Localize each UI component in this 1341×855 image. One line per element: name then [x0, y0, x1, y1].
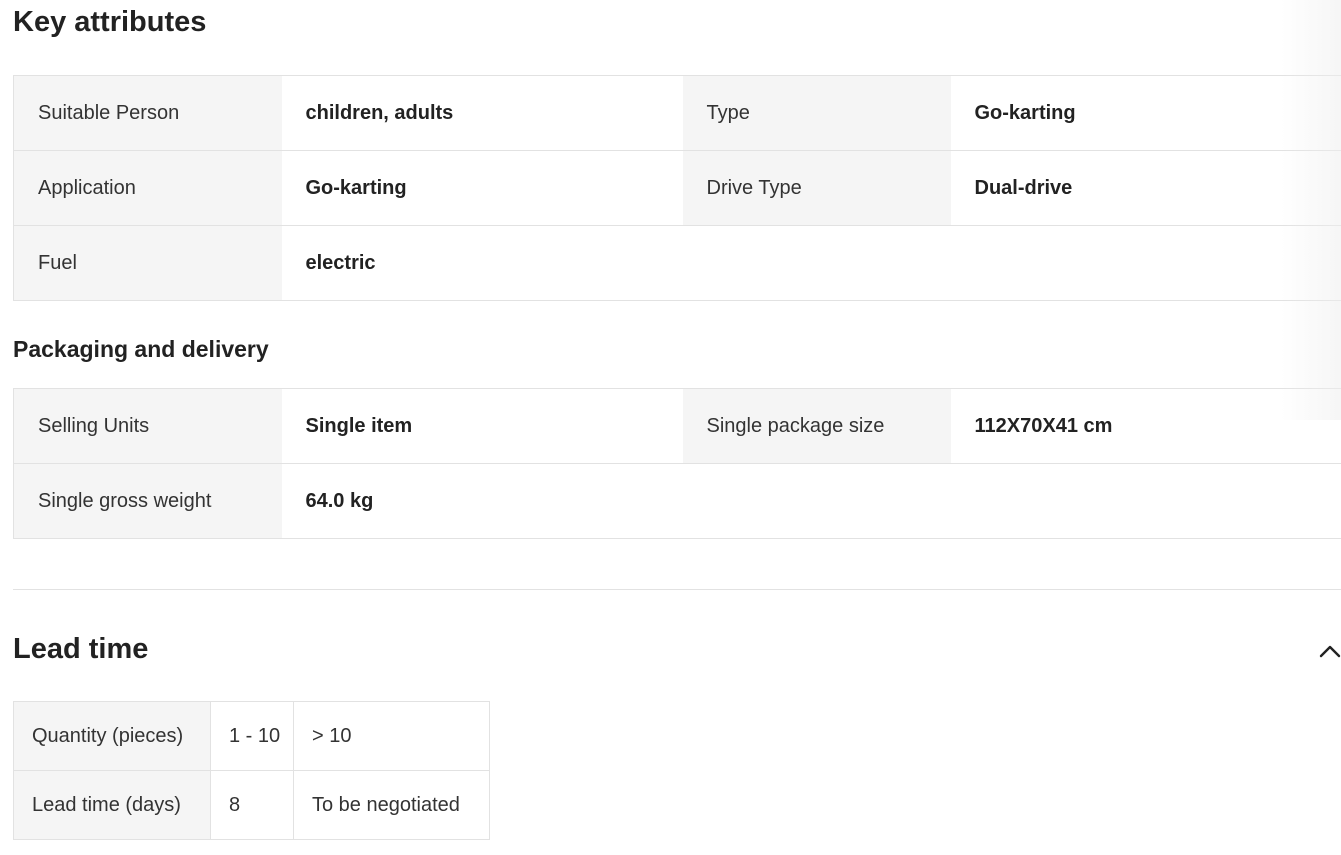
- attribute-value: 64.0 kg: [281, 463, 683, 539]
- lead-time-label: Quantity (pieces): [13, 701, 211, 771]
- table-row: Single gross weight 64.0 kg: [13, 463, 1341, 539]
- attribute-label: Fuel: [13, 225, 282, 301]
- attribute-label: Application: [13, 150, 282, 226]
- attribute-label: Selling Units: [13, 388, 282, 464]
- lead-time-cell: To be negotiated: [293, 770, 490, 840]
- lead-time-cell: 8: [210, 770, 294, 840]
- key-attributes-heading: Key attributes: [13, 6, 207, 38]
- attribute-value: Go-karting: [950, 75, 1341, 151]
- lead-time-label: Lead time (days): [13, 770, 211, 840]
- table-row: Fuel electric: [13, 225, 1341, 301]
- packaging-table: Selling Units Single item Single package…: [13, 388, 1341, 539]
- section-divider: [13, 589, 1341, 590]
- attribute-value: Single item: [281, 388, 683, 464]
- empty-cell: [950, 225, 1341, 301]
- table-row: Suitable Person children, adults Type Go…: [13, 75, 1341, 151]
- key-attributes-table: Suitable Person children, adults Type Go…: [13, 75, 1341, 301]
- attribute-label: Single gross weight: [13, 463, 282, 539]
- product-details-page: Key attributes Suitable Person children,…: [0, 0, 1341, 855]
- packaging-heading: Packaging and delivery: [13, 336, 269, 362]
- table-row: Application Go-karting Drive Type Dual-d…: [13, 150, 1341, 226]
- attribute-value: children, adults: [281, 75, 683, 151]
- empty-cell: [682, 463, 951, 539]
- attribute-value: Dual-drive: [950, 150, 1341, 226]
- lead-time-cell: 1 - 10: [210, 701, 294, 771]
- attribute-label: Single package size: [682, 388, 951, 464]
- attribute-label: Drive Type: [682, 150, 951, 226]
- lead-time-heading: Lead time: [13, 633, 149, 665]
- empty-cell: [682, 225, 951, 301]
- lead-time-cell: > 10: [293, 701, 490, 771]
- attribute-value: electric: [281, 225, 683, 301]
- lead-time-table: Quantity (pieces) 1 - 10 > 10 Lead time …: [13, 701, 490, 840]
- table-row: Quantity (pieces) 1 - 10 > 10: [13, 701, 490, 771]
- attribute-value: 112X70X41 cm: [950, 388, 1341, 464]
- chevron-up-icon[interactable]: [1319, 640, 1341, 662]
- empty-cell: [950, 463, 1341, 539]
- attribute-label: Suitable Person: [13, 75, 282, 151]
- table-row: Lead time (days) 8 To be negotiated: [13, 770, 490, 840]
- attribute-value: Go-karting: [281, 150, 683, 226]
- attribute-label: Type: [682, 75, 951, 151]
- table-row: Selling Units Single item Single package…: [13, 388, 1341, 464]
